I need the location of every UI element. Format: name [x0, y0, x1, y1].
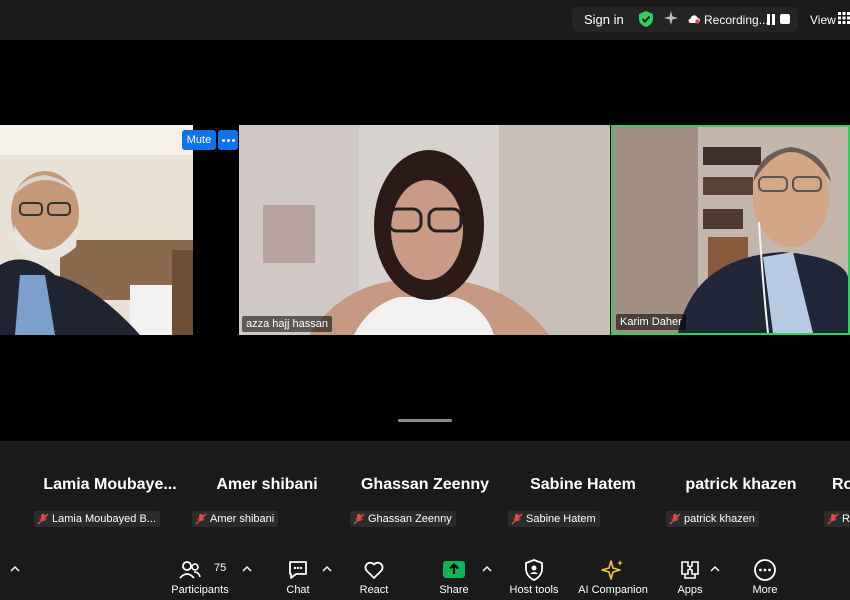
- tile-label-text: Ghassan Zeenny: [368, 513, 452, 525]
- share-screen-button[interactable]: Share: [428, 549, 480, 600]
- tile-label-text: patrick khazen: [684, 513, 755, 525]
- chevron-up-icon[interactable]: [322, 565, 332, 573]
- tile-label-text: Ro: [842, 513, 850, 525]
- more-ellipsis-icon: [754, 559, 776, 581]
- participants-button[interactable]: 75 Participants: [166, 549, 234, 600]
- video-feed: [239, 125, 610, 335]
- tile-label-text: Lamia Moubayed B...: [52, 513, 156, 525]
- mute-participant-button[interactable]: Mute: [182, 130, 216, 150]
- mic-muted-icon: [669, 513, 681, 525]
- chevron-up-icon[interactable]: [242, 565, 252, 573]
- recording-status: Recording...: [704, 13, 769, 27]
- mic-muted-icon: [511, 513, 523, 525]
- ellipsis-dot: [232, 139, 235, 142]
- more-button[interactable]: More: [742, 549, 788, 600]
- gallery-tile-patrick-khazen[interactable]: patrick khazen patrick khazen: [666, 441, 816, 529]
- chat-label: Chat: [286, 584, 310, 596]
- tile-display-name: Amer shibani: [216, 476, 318, 493]
- participant-name-tag: azza hajj hassan: [242, 316, 332, 332]
- react-label: React: [359, 584, 389, 596]
- tile-display-name: Sabine Hatem: [530, 476, 636, 493]
- mic-muted-icon: [827, 513, 839, 525]
- ai-companion-button[interactable]: AI Companion: [574, 549, 652, 600]
- stop-recording-icon[interactable]: [780, 14, 790, 24]
- gallery-tile-ghassan-zeenny[interactable]: Ghassan Zeenny Ghassan Zeenny: [350, 441, 500, 529]
- participant-name-tag: Karim Daher: [616, 314, 686, 330]
- meeting-toolbar: 75 Participants Chat React Share Host to…: [0, 549, 850, 600]
- ai-companion-sparkle-icon: [601, 560, 623, 580]
- host-tools-button[interactable]: Host tools: [504, 549, 564, 600]
- tile-label-text: Amer shibani: [210, 513, 275, 525]
- apps-button[interactable]: Apps: [668, 549, 712, 600]
- gallery-tile-lamia-moubayed[interactable]: Lamia Moubaye... Lamia Moubayed B...: [34, 441, 184, 529]
- tile-name-label: Sabine Hatem: [508, 511, 600, 527]
- chat-icon: [289, 561, 307, 579]
- gallery-tile-amer-shibani[interactable]: Amer shibani Amer shibani: [192, 441, 342, 529]
- mic-muted-icon: [353, 513, 365, 525]
- gallery-tile-sabine-hatem[interactable]: Sabine Hatem Sabine Hatem: [508, 441, 658, 529]
- video-tile-azza-hajj-hassan[interactable]: azza hajj hassan: [239, 125, 610, 335]
- view-button[interactable]: View: [810, 13, 836, 27]
- gallery-strip: Lamia Moubaye... Lamia Moubayed B... Ame…: [0, 441, 850, 549]
- tile-display-name: Ro: [832, 476, 850, 493]
- tile-name-label: Amer shibani: [192, 511, 279, 527]
- sparkle-icon[interactable]: [663, 10, 679, 26]
- chevron-up-icon[interactable]: [482, 565, 492, 573]
- sign-in-button[interactable]: Sign in: [584, 12, 624, 27]
- gallery-resize-handle[interactable]: [398, 419, 452, 422]
- video-tile-participant-1[interactable]: [0, 125, 193, 335]
- mic-muted-icon: [37, 513, 49, 525]
- chevron-up-icon[interactable]: [10, 565, 20, 573]
- chat-button[interactable]: Chat: [274, 549, 322, 600]
- more-label: More: [752, 584, 778, 596]
- participants-icon: [179, 561, 201, 579]
- ai-companion-label: AI Companion: [578, 584, 648, 596]
- ellipsis-dot: [227, 139, 230, 142]
- gallery-tile-partial[interactable]: Ro Ro: [824, 441, 850, 529]
- video-feed: [0, 125, 193, 335]
- apps-label: Apps: [677, 584, 703, 596]
- tile-name-label: Ro: [824, 511, 850, 527]
- participant-more-options-button[interactable]: [218, 130, 238, 150]
- meeting-top-bar: Sign in Recording... View: [0, 0, 850, 40]
- tile-display-name: patrick khazen: [685, 476, 797, 493]
- participants-label: Participants: [171, 584, 229, 596]
- tile-name-label: Ghassan Zeenny: [350, 511, 456, 527]
- tile-display-name: Lamia Moubaye...: [43, 476, 177, 493]
- share-label: Share: [439, 584, 469, 596]
- video-tile-karim-daher-active-speaker[interactable]: Karim Daher: [611, 125, 850, 335]
- share-screen-icon: [443, 561, 465, 578]
- tile-label-text: Sabine Hatem: [526, 513, 596, 525]
- ellipsis-icon: [222, 139, 225, 142]
- tile-display-name: Ghassan Zeenny: [360, 476, 490, 493]
- video-feed: [613, 127, 848, 333]
- chevron-up-icon[interactable]: [710, 565, 720, 573]
- apps-icon: [681, 561, 699, 579]
- tile-name-label: patrick khazen: [666, 511, 759, 527]
- react-button[interactable]: React: [350, 549, 398, 600]
- heart-icon: [364, 561, 384, 579]
- security-shield-icon[interactable]: [638, 10, 654, 28]
- host-tools-shield-icon: [525, 559, 543, 581]
- host-tools-label: Host tools: [509, 584, 559, 596]
- pause-recording-icon[interactable]: [766, 14, 776, 25]
- participant-count: 75: [214, 562, 227, 574]
- grid-view-icon[interactable]: [838, 12, 850, 24]
- cloud-recording-icon: [688, 15, 700, 24]
- tile-name-label: Lamia Moubayed B...: [34, 511, 160, 527]
- mic-muted-icon: [195, 513, 207, 525]
